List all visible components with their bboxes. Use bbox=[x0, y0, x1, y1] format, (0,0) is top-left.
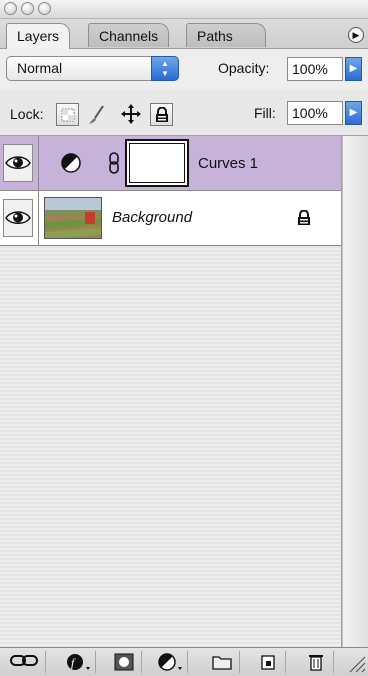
layer-row-background[interactable]: Background bbox=[0, 191, 341, 246]
lock-fill-row: Lock: Fill: 100% ▶ bbox=[0, 91, 368, 136]
lock-all-button[interactable] bbox=[150, 103, 173, 126]
fill-label: Fill: bbox=[254, 105, 276, 121]
layer-name[interactable]: Background bbox=[112, 209, 192, 226]
new-adjustment-layer-button[interactable] bbox=[152, 651, 188, 673]
brush-icon bbox=[88, 105, 104, 124]
fill-slider-button[interactable]: ▶ bbox=[345, 101, 362, 125]
layer-image-thumbnail[interactable] bbox=[44, 197, 102, 239]
layer-style-icon: f bbox=[66, 654, 90, 670]
link-layers-icon bbox=[9, 655, 38, 666]
blend-opacity-row: Normal ▲ ▼ Opacity: 100% ▶ bbox=[0, 49, 368, 90]
new-layer-button[interactable] bbox=[250, 651, 286, 673]
zoom-window-button[interactable] bbox=[38, 2, 51, 15]
lock-transparent-pixels-button[interactable] bbox=[56, 103, 79, 126]
visibility-toggle[interactable] bbox=[3, 144, 33, 182]
panel-titlebar bbox=[0, 0, 368, 19]
minimize-window-button[interactable] bbox=[21, 2, 34, 15]
layer-style-button[interactable]: f bbox=[60, 651, 96, 673]
up-down-arrows-icon: ▲ ▼ bbox=[151, 56, 179, 81]
adjustment-layer-icon bbox=[157, 653, 182, 671]
opacity-label: Opacity: bbox=[218, 60, 270, 76]
chain-link-icon bbox=[109, 152, 119, 174]
delete-layer-button[interactable] bbox=[298, 651, 334, 673]
close-window-button[interactable] bbox=[4, 2, 17, 15]
opacity-input[interactable]: 100% bbox=[287, 57, 343, 81]
move-arrows-icon bbox=[120, 104, 141, 124]
layer-mask-icon bbox=[114, 653, 133, 671]
lock-transparent-pixels-icon bbox=[61, 108, 74, 122]
panel-menu-button[interactable]: ▶ bbox=[348, 27, 364, 43]
resize-grip-icon[interactable] bbox=[346, 653, 366, 673]
fill-input[interactable]: 100% bbox=[287, 101, 343, 125]
landscape-thumbnail-icon bbox=[45, 198, 101, 238]
tab-channels[interactable]: Channels bbox=[88, 23, 170, 47]
visibility-toggle[interactable] bbox=[3, 199, 33, 237]
lock-position-button[interactable] bbox=[119, 103, 142, 126]
blend-mode-select[interactable]: Normal ▲ ▼ bbox=[6, 56, 179, 81]
adjustment-layer-icon bbox=[61, 153, 81, 173]
tab-layers[interactable]: Layers bbox=[6, 23, 71, 49]
folder-icon bbox=[211, 656, 232, 670]
lock-icon bbox=[298, 210, 310, 225]
eye-icon bbox=[5, 211, 31, 224]
lock-label: Lock: bbox=[10, 106, 44, 122]
blend-mode-value: Normal bbox=[17, 60, 63, 76]
vertical-scrollbar[interactable] bbox=[342, 136, 368, 647]
layer-mask-thumbnail[interactable] bbox=[125, 139, 189, 187]
play-arrow-icon: ▶ bbox=[349, 107, 358, 118]
opacity-slider-button[interactable]: ▶ bbox=[345, 57, 362, 81]
link-layers-button[interactable] bbox=[2, 651, 46, 673]
tab-paths[interactable]: Paths bbox=[186, 23, 266, 47]
eye-icon bbox=[5, 156, 31, 169]
layer-row-curves-1[interactable]: Curves 1 bbox=[0, 136, 341, 191]
divider bbox=[38, 191, 39, 246]
new-layer-icon bbox=[260, 655, 275, 670]
divider bbox=[38, 136, 39, 191]
layers-list[interactable]: Curves 1 Background bbox=[0, 136, 342, 647]
add-layer-mask-button[interactable] bbox=[106, 651, 142, 673]
play-arrow-icon: ▶ bbox=[349, 63, 358, 74]
lock-icon bbox=[155, 106, 168, 122]
layer-name[interactable]: Curves 1 bbox=[198, 155, 258, 172]
layers-bottom-toolbar: f bbox=[0, 647, 368, 676]
play-arrow-icon: ▶ bbox=[352, 30, 360, 40]
new-group-button[interactable] bbox=[204, 651, 240, 673]
tab-bar: Layers Channels Paths ▶ bbox=[0, 19, 368, 49]
trash-icon bbox=[308, 655, 323, 671]
lock-image-pixels-button[interactable] bbox=[85, 103, 108, 126]
